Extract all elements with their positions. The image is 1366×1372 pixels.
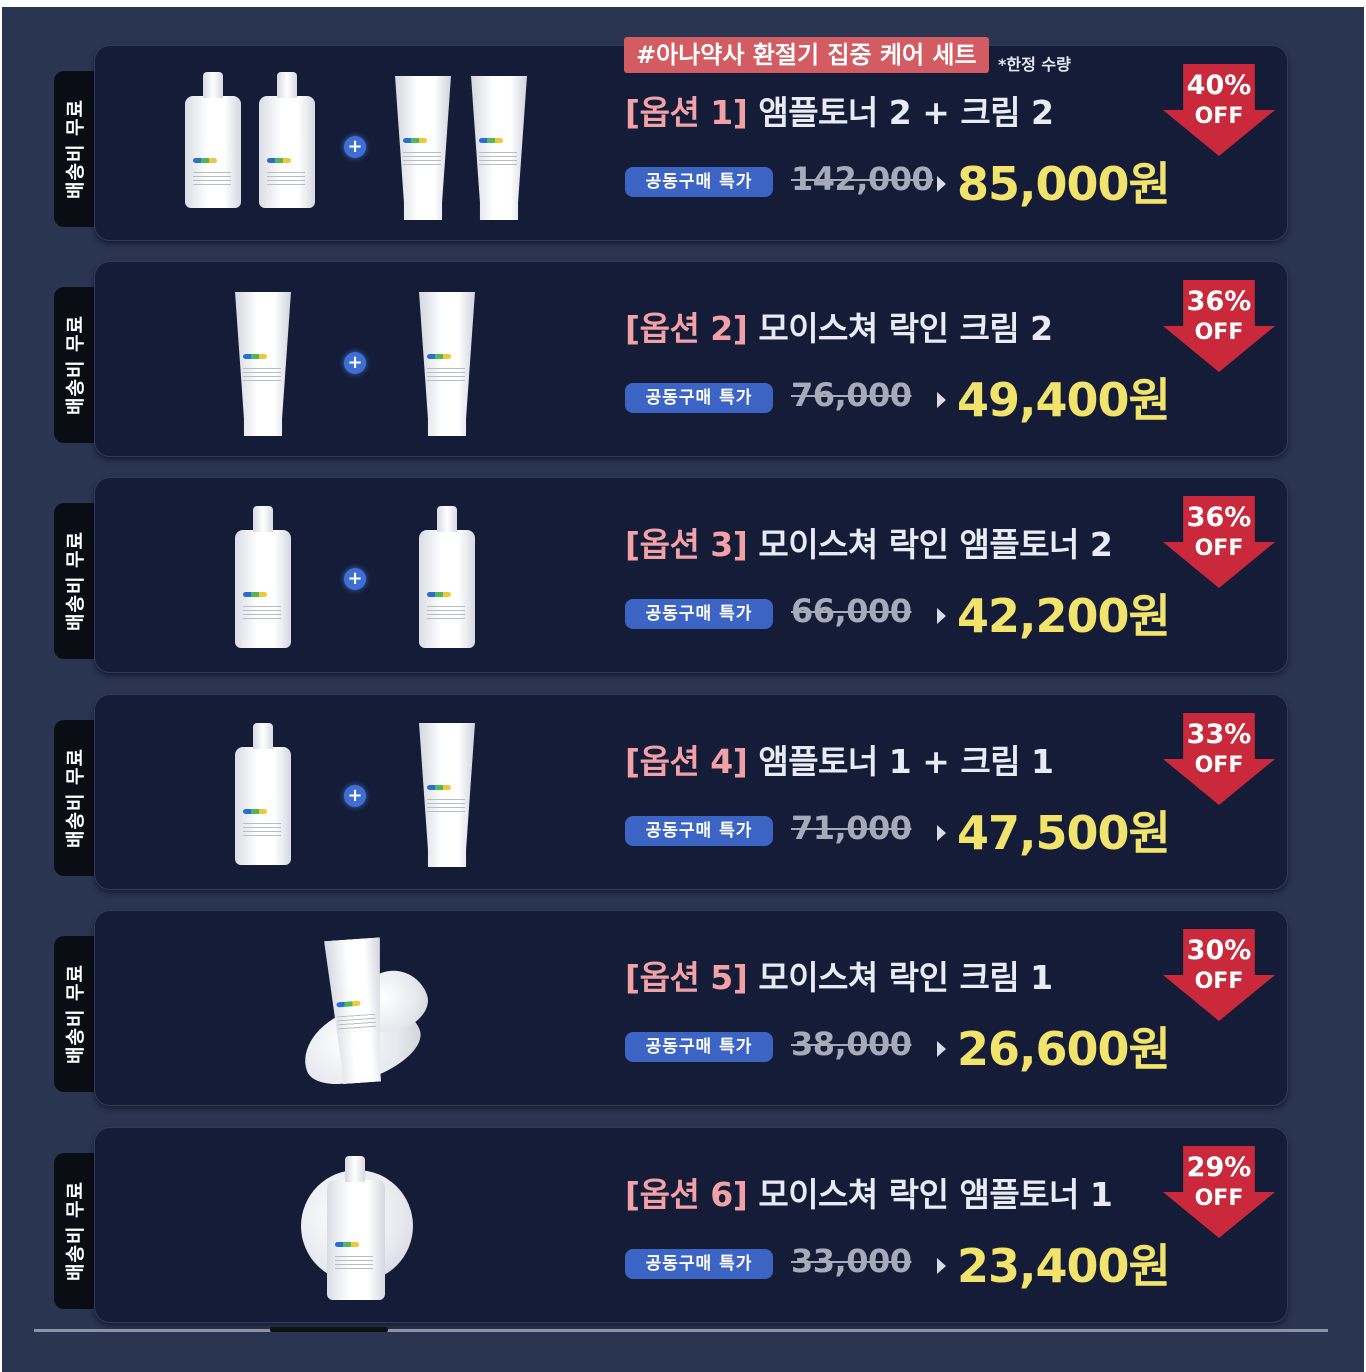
arrow-right-icon — [937, 392, 946, 408]
original-price: 66,000 — [791, 592, 912, 630]
scrollbar-thumb[interactable] — [270, 1327, 388, 1332]
sale-price: 23,400원 — [957, 1239, 1171, 1293]
ampoule-toner-bottle — [235, 723, 291, 865]
plus-icon: + — [344, 785, 366, 807]
group-buy-badge: 공동구매 특가 — [625, 383, 773, 413]
option-title: [옵션 3] 모이스쳐 락인 앰플토너 2 — [625, 525, 1113, 564]
arrow-right-icon — [937, 825, 946, 841]
option-title: [옵션 6] 모이스쳐 락인 앰플토너 1 — [625, 1175, 1113, 1214]
original-price: 76,000 — [791, 376, 912, 414]
ampoule-toner-bottle — [259, 72, 315, 208]
option-title: [옵션 1] 앰플토너 2 + 크림 2 — [625, 93, 1054, 132]
option-card[interactable]: + [옵션 4] 앰플토너 1 + 크림 1 공동구매 특가 71,000 47… — [94, 694, 1288, 890]
ampoule-toner-bottle — [327, 1156, 385, 1300]
product-image: + — [95, 46, 615, 242]
free-shipping-tab: 배송비 무료 — [54, 936, 94, 1092]
option-row-2[interactable]: 배송비 무료 + [옵션 2] 모이스쳐 락인 크림 2 공동구매 특가 76,… — [2, 261, 1364, 461]
product-image: + — [95, 695, 615, 891]
cream-tube — [419, 723, 475, 867]
discount-badge: 40% OFF — [1163, 64, 1275, 156]
plus-icon: + — [344, 352, 366, 374]
product-image: + — [95, 262, 615, 458]
price-line: 공동구매 특가 76,000 49,400원 — [625, 368, 1171, 428]
arrow-right-icon — [937, 1041, 946, 1057]
option-row-3[interactable]: 배송비 무료 + [옵션 3] 모이스쳐 락인 앰플토너 2 공동구매 특가 6… — [2, 477, 1364, 677]
product-image — [95, 911, 615, 1107]
price-line: 공동구매 특가 66,000 42,200원 — [625, 584, 1171, 644]
group-buy-badge: 공동구매 특가 — [625, 599, 773, 629]
option-card[interactable]: [옵션 5] 모이스쳐 락인 크림 1 공동구매 특가 38,000 26,60… — [94, 910, 1288, 1106]
cream-tube — [471, 76, 527, 220]
group-buy-badge: 공동구매 특가 — [625, 1032, 773, 1062]
option-row-4[interactable]: 배송비 무료 + [옵션 4] 앰플토너 1 + 크림 1 공동구매 특가 71… — [2, 694, 1364, 894]
discount-badge: 30% OFF — [1163, 929, 1275, 1021]
ampoule-toner-bottle — [235, 506, 291, 648]
price-line: 공동구매 특가 71,000 47,500원 — [625, 801, 1171, 861]
discount-badge: 29% OFF — [1163, 1146, 1275, 1238]
price-line: 공동구매 특가 142,000 85,000원 — [625, 152, 1171, 212]
option-card[interactable]: + [옵션 3] 모이스쳐 락인 앰플토너 2 공동구매 특가 66,000 4… — [94, 477, 1288, 673]
option-card[interactable]: [옵션 6] 모이스쳐 락인 앰플토너 1 공동구매 특가 33,000 23,… — [94, 1127, 1288, 1323]
product-image: + — [95, 478, 615, 674]
original-price: 33,000 — [791, 1242, 912, 1280]
cream-tube — [235, 292, 291, 436]
ampoule-toner-bottle — [185, 72, 241, 208]
option-row-5[interactable]: 배송비 무료 [옵션 5] 모이스쳐 락인 크림 1 공동구매 특가 38,00… — [2, 910, 1364, 1110]
sale-price: 85,000원 — [957, 157, 1171, 211]
discount-badge: 36% OFF — [1163, 496, 1275, 588]
arrow-right-icon — [937, 608, 946, 624]
ampoule-toner-bottle — [419, 506, 475, 648]
horizontal-scrollbar[interactable] — [34, 1329, 1328, 1332]
original-price: 142,000 — [791, 160, 934, 198]
option-row-1[interactable]: 배송비 무료 + [옵션 1] 앰플토너 2 + 크림 2 공동구매 특가 14… — [2, 45, 1364, 245]
free-shipping-tab: 배송비 무료 — [54, 71, 94, 227]
cream-tube — [395, 76, 451, 220]
arrow-right-icon — [937, 1258, 946, 1274]
product-options-page: 배송비 무료 + [옵션 1] 앰플토너 2 + 크림 2 공동구매 특가 14… — [2, 7, 1364, 1372]
arrow-right-icon — [937, 176, 946, 192]
group-buy-badge: 공동구매 특가 — [625, 167, 773, 197]
sale-price: 49,400원 — [957, 373, 1171, 427]
discount-badge: 36% OFF — [1163, 280, 1275, 372]
original-price: 71,000 — [791, 809, 912, 847]
free-shipping-tab: 배송비 무료 — [54, 720, 94, 876]
option-row-6[interactable]: 배송비 무료 [옵션 6] 모이스쳐 락인 앰플토너 1 공동구매 특가 33,… — [2, 1127, 1364, 1327]
free-shipping-tab: 배송비 무료 — [54, 1153, 94, 1309]
cream-tube — [419, 292, 475, 436]
group-buy-badge: 공동구매 특가 — [625, 816, 773, 846]
sale-price: 42,200원 — [957, 589, 1171, 643]
promo-tag: #아나약사 환절기 집중 케어 세트 — [624, 37, 989, 73]
sale-price: 47,500원 — [957, 806, 1171, 860]
option-title: [옵션 4] 앰플토너 1 + 크림 1 — [625, 742, 1054, 781]
limited-quantity-note: *한정 수량 — [998, 55, 1071, 74]
price-line: 공동구매 특가 33,000 23,400원 — [625, 1234, 1171, 1294]
price-line: 공동구매 특가 38,000 26,600원 — [625, 1017, 1171, 1077]
free-shipping-tab: 배송비 무료 — [54, 287, 94, 443]
option-title: [옵션 2] 모이스쳐 락인 크림 2 — [625, 309, 1053, 348]
option-card[interactable]: + [옵션 1] 앰플토너 2 + 크림 2 공동구매 특가 142,000 8… — [94, 45, 1288, 241]
group-buy-badge: 공동구매 특가 — [625, 1249, 773, 1279]
discount-badge: 33% OFF — [1163, 713, 1275, 805]
sale-price: 26,600원 — [957, 1022, 1171, 1076]
option-card[interactable]: + [옵션 2] 모이스쳐 락인 크림 2 공동구매 특가 76,000 49,… — [94, 261, 1288, 457]
original-price: 38,000 — [791, 1025, 912, 1063]
plus-icon: + — [344, 568, 366, 590]
option-title: [옵션 5] 모이스쳐 락인 크림 1 — [625, 958, 1053, 997]
plus-icon: + — [344, 136, 366, 158]
free-shipping-tab: 배송비 무료 — [54, 503, 94, 659]
product-image — [95, 1128, 615, 1324]
